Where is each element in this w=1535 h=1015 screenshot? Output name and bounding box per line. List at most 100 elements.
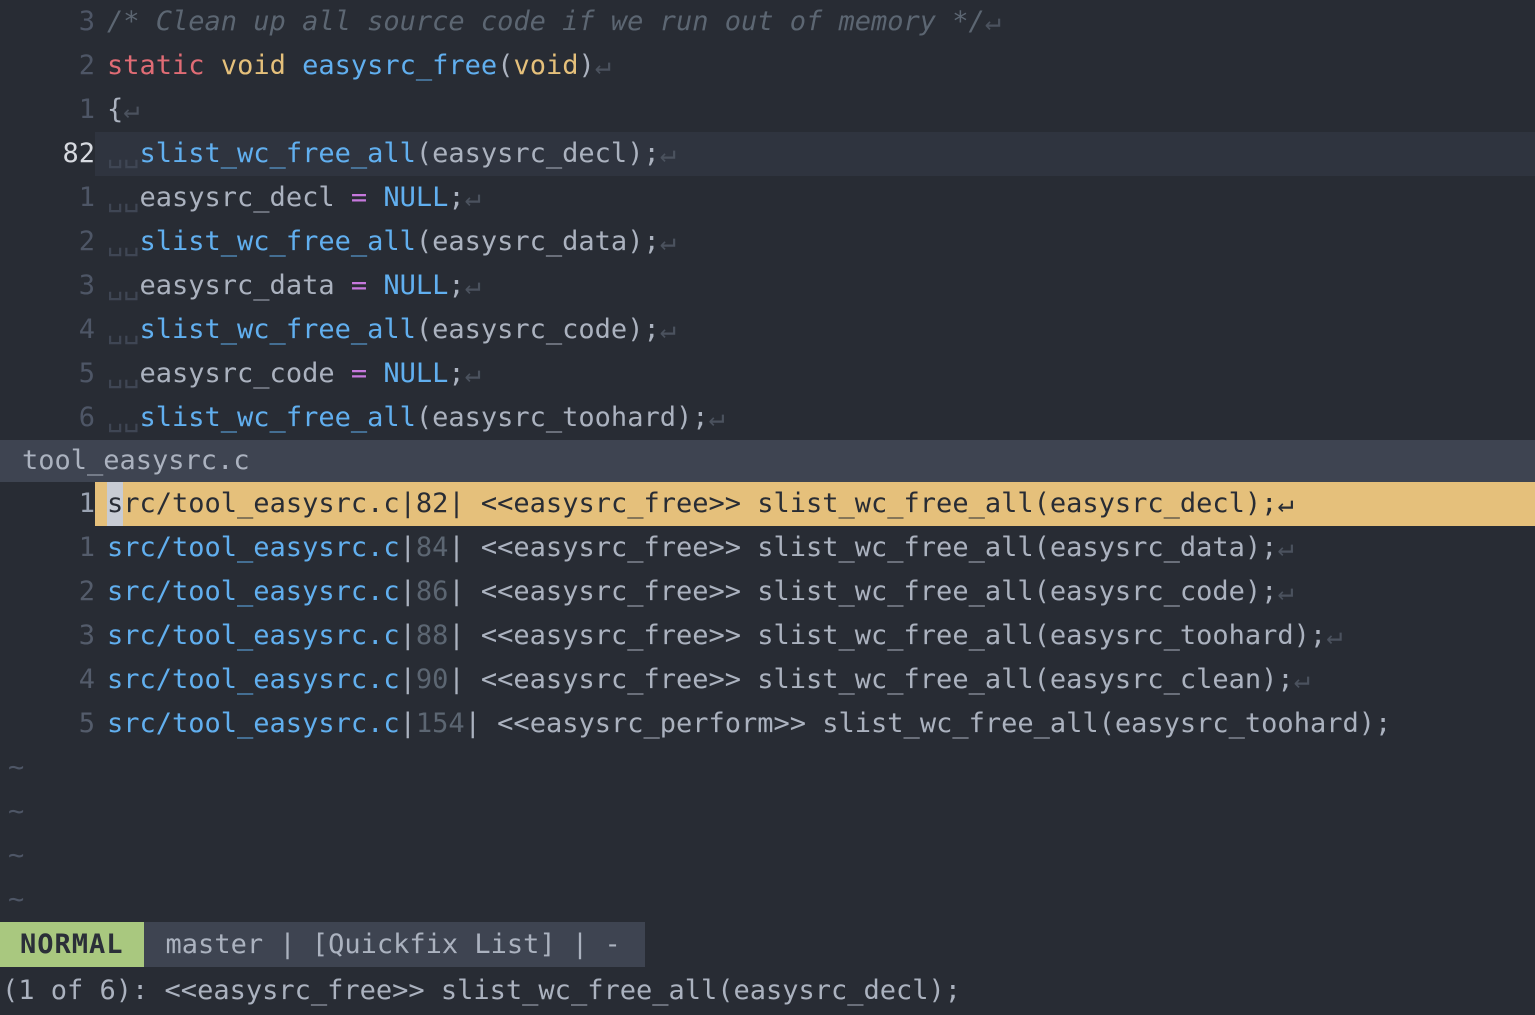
quickfix-match-text: <<easysrc_free>> slist_wc_free_all(easys…	[464, 664, 1294, 695]
code-token-id	[367, 182, 383, 213]
quickfix-entry[interactable]: 1 src/tool_easysrc.c|84| <<easysrc_free>>…	[0, 526, 1535, 570]
code-token-punc: );	[627, 226, 660, 257]
quickfix-entry[interactable]: 2 src/tool_easysrc.c|86| <<easysrc_free>>…	[0, 570, 1535, 614]
line-number: 3	[78, 6, 95, 37]
quickfix-source-line-number: 84	[415, 532, 449, 563]
code-token-eol: ↵	[984, 6, 1002, 37]
quickfix-source-line-number: 90	[415, 664, 449, 695]
code-line-text: ␣␣slist_wc_free_all(easysrc_data);↵	[95, 220, 1535, 264]
quickfix-line-number: 1	[78, 488, 95, 519]
quickfix-line-number: 5	[78, 708, 95, 739]
empty-line-marker: ~	[8, 752, 25, 783]
quickfix-filename: src/tool_easysrc.c	[107, 532, 400, 563]
quickfix-filename: rc/tool_easysrc.c	[123, 488, 400, 519]
quickfix-entry[interactable]: 1 src/tool_easysrc.c|82| <<easysrc_free>>…	[0, 482, 1535, 526]
empty-line-marker: ~	[8, 840, 25, 871]
code-token-type: void	[513, 50, 579, 81]
source-code-pane[interactable]: 3 /* Clean up all source code if we run o…	[0, 0, 1535, 440]
code-token-spc: ␣␣	[107, 270, 140, 301]
quickfix-filename: src/tool_easysrc.c	[107, 576, 400, 607]
code-line[interactable]: 6 ␣␣slist_wc_free_all(easysrc_toohard);↵	[0, 396, 1535, 440]
end-of-line-marker: ↵	[1277, 488, 1294, 519]
code-token-fn: slist_wc_free_all	[139, 226, 416, 257]
code-token-kw: static	[107, 50, 205, 81]
code-token-fn: slist_wc_free_all	[139, 314, 416, 345]
code-token-spc: ␣␣	[107, 402, 140, 433]
quickfix-entry[interactable]: 4 src/tool_easysrc.c|90| <<easysrc_free>>…	[0, 658, 1535, 702]
quickfix-match-text: <<easysrc_free>> slist_wc_free_all(easys…	[464, 576, 1278, 607]
code-token-punc: ;	[448, 358, 465, 389]
line-number: 5	[78, 358, 95, 389]
code-line[interactable]: 2 ␣␣slist_wc_free_all(easysrc_data);↵	[0, 220, 1535, 264]
quickfix-separator: |	[448, 664, 465, 695]
code-token-id	[367, 270, 383, 301]
line-number: 1	[78, 94, 95, 125]
code-token-punc: {	[107, 94, 124, 125]
code-token-id: easysrc_code	[432, 314, 628, 345]
code-token-id: easysrc_decl	[139, 182, 351, 213]
code-line[interactable]: 1 {↵	[0, 88, 1535, 132]
code-token-fn: easysrc_free	[302, 50, 498, 81]
quickfix-entry[interactable]: 5 src/tool_easysrc.c|154| <<easysrc_perfo…	[0, 702, 1535, 746]
code-token-spc: ␣␣	[107, 226, 140, 257]
code-token-eol: ↵	[464, 182, 481, 213]
code-token-eol: ↵	[659, 226, 676, 257]
code-token-op: =	[350, 182, 368, 213]
code-token-eol: ↵	[659, 314, 676, 345]
code-line-text: ␣␣slist_wc_free_all(easysrc_decl);↵	[95, 132, 1535, 176]
quickfix-source-line-number: 154	[415, 708, 465, 739]
code-line[interactable]: 4 ␣␣slist_wc_free_all(easysrc_code);↵	[0, 308, 1535, 352]
code-token-const: NULL	[383, 182, 449, 213]
quickfix-match-text: <<easysrc_perform>> slist_wc_free_all(ea…	[480, 708, 1392, 739]
quickfix-separator: |	[448, 532, 465, 563]
code-token-op: =	[350, 270, 368, 301]
code-line[interactable]: 3 ␣␣easysrc_data = NULL;↵	[0, 264, 1535, 308]
end-of-line-marker: ↵	[1277, 532, 1294, 563]
code-line-text: ␣␣slist_wc_free_all(easysrc_code);↵	[95, 308, 1535, 352]
code-token-fn: slist_wc_free_all	[139, 402, 416, 433]
code-token-punc: );	[627, 314, 660, 345]
code-token-spc: ␣␣	[107, 358, 140, 389]
code-token-eol: ↵	[123, 94, 140, 125]
code-token-spc: ␣␣	[107, 314, 140, 345]
quickfix-separator: |	[464, 708, 481, 739]
quickfix-list-pane[interactable]: 1 src/tool_easysrc.c|82| <<easysrc_free>>…	[0, 482, 1535, 922]
code-line[interactable]: 82 ␣␣slist_wc_free_all(easysrc_decl);↵	[0, 132, 1535, 176]
code-token-punc: ;	[448, 270, 465, 301]
empty-line-marker: ~	[8, 796, 25, 827]
code-token-punc: (	[497, 50, 514, 81]
quickfix-separator: |	[448, 488, 465, 519]
end-of-line-marker: ↵	[1293, 664, 1310, 695]
statusline: NORMAL master | [Quickfix List] | -	[0, 922, 1535, 967]
code-line-text: ␣␣slist_wc_free_all(easysrc_toohard);↵	[95, 396, 1535, 440]
code-token-eol: ↵	[594, 50, 612, 81]
quickfix-match-text: <<easysrc_free>> slist_wc_free_all(easys…	[464, 488, 1278, 519]
quickfix-line-number: 2	[78, 576, 95, 607]
code-token-eol: ↵	[464, 358, 481, 389]
statusline-filler	[644, 922, 1535, 967]
code-line[interactable]: 1 ␣␣easysrc_decl = NULL;↵	[0, 176, 1535, 220]
quickfix-separator: |	[399, 620, 416, 651]
code-token-punc: )	[578, 50, 595, 81]
line-number: 2	[78, 226, 95, 257]
quickfix-entry-text: src/tool_easysrc.c|90| <<easysrc_free>> …	[95, 658, 1535, 702]
line-number: 6	[78, 402, 95, 433]
line-number: 2	[78, 50, 95, 81]
command-line-message[interactable]: (1 of 6): <<easysrc_free>> slist_wc_free…	[0, 967, 1535, 1015]
end-of-line-marker: ↵	[1326, 620, 1343, 651]
quickfix-entry[interactable]: 3 src/tool_easysrc.c|88| <<easysrc_free>>…	[0, 614, 1535, 658]
code-line[interactable]: 5 ␣␣easysrc_code = NULL;↵	[0, 352, 1535, 396]
code-token-id: easysrc_data	[432, 226, 628, 257]
code-token-punc: ;	[448, 182, 465, 213]
quickfix-filename: src/tool_easysrc.c	[107, 664, 400, 695]
quickfix-entry-text: src/tool_easysrc.c|154| <<easysrc_perfor…	[95, 702, 1535, 746]
code-token-const: NULL	[383, 270, 449, 301]
code-line-text: ␣␣easysrc_data = NULL;↵	[95, 264, 1535, 308]
code-token-id: easysrc_data	[139, 270, 351, 301]
quickfix-separator: |	[448, 576, 465, 607]
code-line[interactable]: 3 /* Clean up all source code if we run o…	[0, 0, 1535, 44]
text-cursor: s	[107, 482, 124, 526]
quickfix-filename: src/tool_easysrc.c	[107, 620, 400, 651]
code-line[interactable]: 2 static void easysrc_free(void)↵	[0, 44, 1535, 88]
code-token-fn: slist_wc_free_all	[139, 138, 416, 169]
